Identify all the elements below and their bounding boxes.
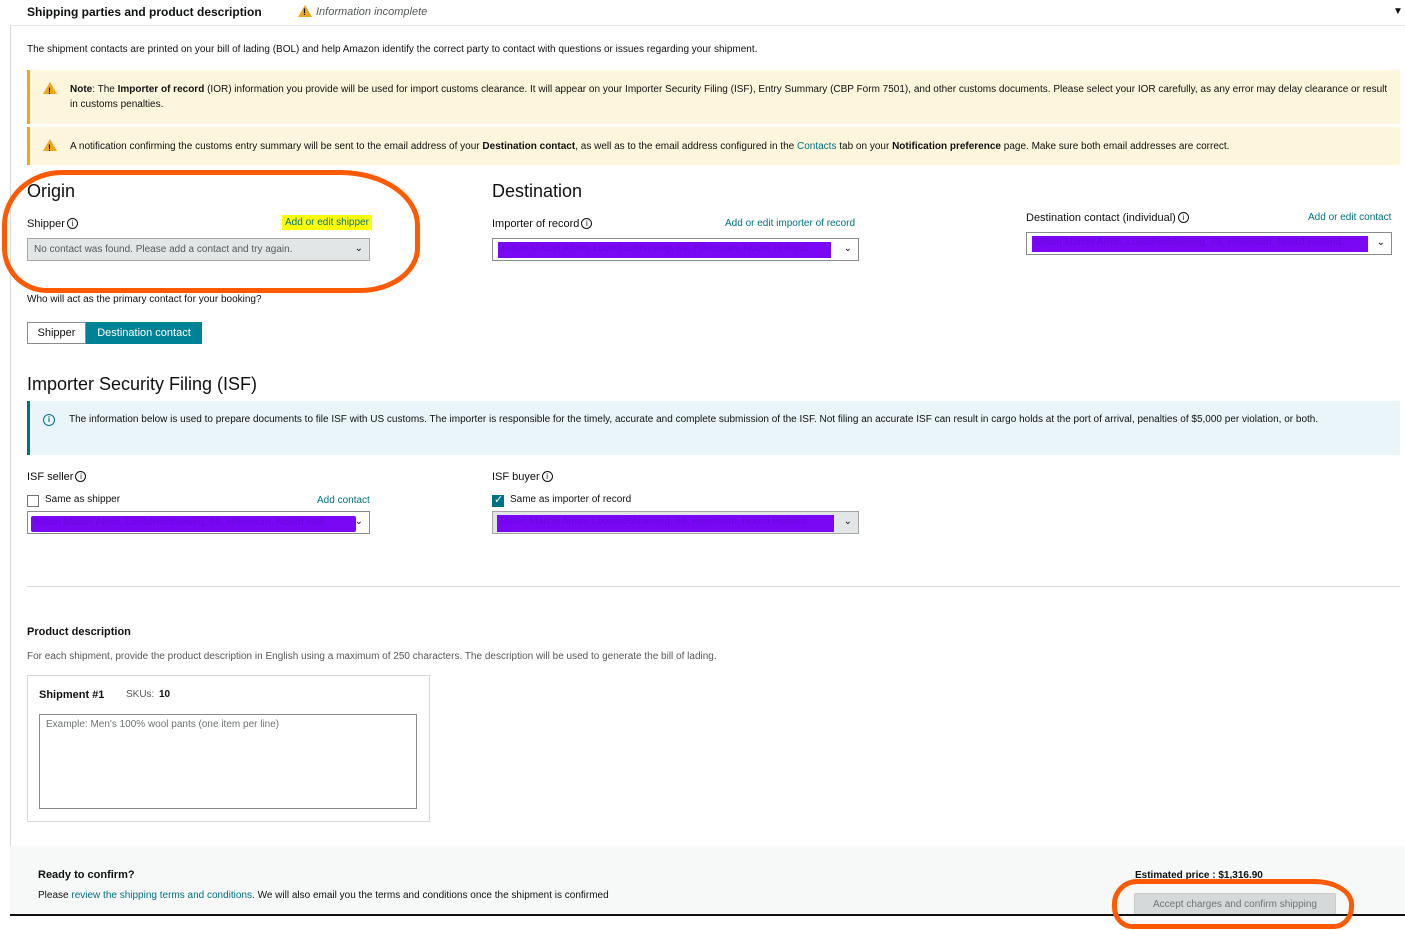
contacts-link[interactable]: Contacts	[797, 141, 836, 152]
warning-icon	[43, 82, 57, 99]
isf-buyer-select-value: Milton Marcel Arron, Loosdrechtseweg, 69…	[497, 515, 834, 532]
notif-text-a: A notification confirming the customs en…	[70, 141, 483, 152]
skus-value: 10	[159, 689, 171, 700]
primary-contact-question: Who will act as the primary contact for …	[27, 294, 262, 305]
ior-warning-text: Note: The Importer of record (IOR) infor…	[70, 82, 1390, 112]
ior-warning-alert: Note: The Importer of record (IOR) infor…	[27, 70, 1400, 124]
dest-contact-select-value: Milton Marcel Arron, Loosdrechtseweg, 69…	[1032, 236, 1368, 252]
shipment-title: Shipment #1	[39, 689, 105, 701]
destination-contact-select[interactable]: Milton Marcel Arron, Loosdrechtseweg, 69…	[1026, 232, 1392, 255]
confirm-annotation-circle	[1112, 879, 1354, 929]
section-title: Shipping parties and product description	[27, 5, 262, 19]
intro-text: The shipment contacts are printed on you…	[27, 44, 758, 55]
ior-select-value: Milton Marcel Arron, Loosdrechtseweg, 69…	[498, 242, 831, 258]
isf-seller-label-text: ISF seller	[27, 471, 74, 483]
same-as-shipper-label: Same as shipper	[45, 494, 121, 505]
isf-seller-select-value: Milton Marcel Arron, Loosdrechtseweg, 69…	[31, 516, 356, 532]
ior-bold: Importer of record	[117, 84, 205, 95]
isf-buyer-select[interactable]: Milton Marcel Arron, Loosdrechtseweg, 69…	[492, 511, 859, 534]
notif-bold-destination: Destination contact	[482, 141, 576, 152]
status-text: Information incomplete	[316, 6, 428, 18]
terms-text-a: Please	[38, 890, 72, 901]
dest-contact-label-text: Destination contact (individual)	[1026, 212, 1176, 224]
isf-info-alert: i The information below is used to prepa…	[27, 401, 1400, 455]
chevron-down-icon: ⌄	[1376, 237, 1385, 248]
origin-annotation-circle	[2, 170, 420, 293]
isf-buyer-label: ISF buyer i	[492, 471, 553, 483]
isf-info-text: The information below is used to prepare…	[69, 414, 1319, 425]
product-description-subtext: For each shipment, provide the product d…	[27, 651, 717, 662]
isf-heading: Importer Security Filing (ISF)	[27, 374, 258, 394]
destination-contact-label: Destination contact (individual) i	[1026, 212, 1189, 224]
notification-warning-text: A notification confirming the customs en…	[70, 139, 1390, 154]
isf-buyer-label-text: ISF buyer	[492, 471, 540, 483]
importer-of-record-select[interactable]: Milton Marcel Arron, Loosdrechtseweg, 69…	[492, 238, 859, 261]
same-as-ior-label: Same as importer of record	[510, 494, 632, 505]
shipment-card: Shipment #1 SKUs: 10 Example: Men's 100%…	[27, 675, 430, 822]
importer-of-record-label: Importer of record i	[492, 218, 593, 230]
info-circle-icon[interactable]: i	[75, 471, 87, 482]
info-icon: i	[43, 414, 55, 426]
ior-text-b: (IOR) information you provide will be us…	[70, 84, 1388, 110]
notif-text-c: tab on your	[836, 141, 893, 152]
notif-bold-preference: Notification preference	[892, 141, 1001, 152]
note-label: Note	[70, 84, 93, 95]
section-divider	[27, 586, 1400, 587]
same-as-ior-checkbox[interactable]	[492, 493, 504, 507]
primary-contact-destination-option[interactable]: Destination contact	[86, 322, 202, 344]
skus-label: SKUs:	[126, 689, 155, 700]
warning-icon	[298, 5, 312, 17]
notif-text-d: page. Make sure both email addresses are…	[1000, 141, 1230, 152]
chevron-down-icon: ⌄	[354, 516, 363, 527]
add-edit-ior-link[interactable]: Add or edit importer of record	[725, 218, 855, 229]
product-description-textarea[interactable]: Example: Men's 100% wool pants (one item…	[39, 714, 417, 809]
isf-seller-add-contact-link[interactable]: Add contact	[317, 495, 370, 506]
chevron-down-icon: ⌄	[843, 516, 852, 527]
notification-warning-alert: A notification confirming the customs en…	[27, 127, 1400, 165]
terms-link[interactable]: review the shipping terms and conditions	[71, 890, 252, 901]
info-circle-icon[interactable]: i	[581, 218, 593, 229]
terms-text: Please review the shipping terms and con…	[38, 890, 609, 901]
ior-label-text: Importer of record	[492, 218, 580, 230]
primary-contact-shipper-option[interactable]: Shipper	[27, 322, 86, 344]
add-edit-contact-link[interactable]: Add or edit contact	[1308, 212, 1391, 223]
info-circle-icon[interactable]: i	[541, 471, 553, 482]
collapse-caret-icon[interactable]: ▼	[1393, 6, 1403, 17]
product-description-heading: Product description	[27, 626, 131, 638]
warning-icon	[43, 139, 57, 156]
ior-text-a: : The	[92, 84, 118, 95]
ready-to-confirm-title: Ready to confirm?	[38, 869, 135, 881]
notif-text-b: , as well as to the email address config…	[575, 141, 797, 152]
destination-heading: Destination	[492, 181, 583, 201]
chevron-down-icon: ⌄	[843, 243, 852, 254]
same-as-shipper-checkbox[interactable]	[27, 495, 39, 507]
isf-seller-label: ISF seller i	[27, 471, 87, 483]
terms-text-b: . We will also email you the terms and c…	[252, 890, 609, 901]
info-circle-icon[interactable]: i	[1177, 212, 1189, 223]
isf-seller-select[interactable]: Milton Marcel Arron, Loosdrechtseweg, 69…	[27, 511, 370, 534]
